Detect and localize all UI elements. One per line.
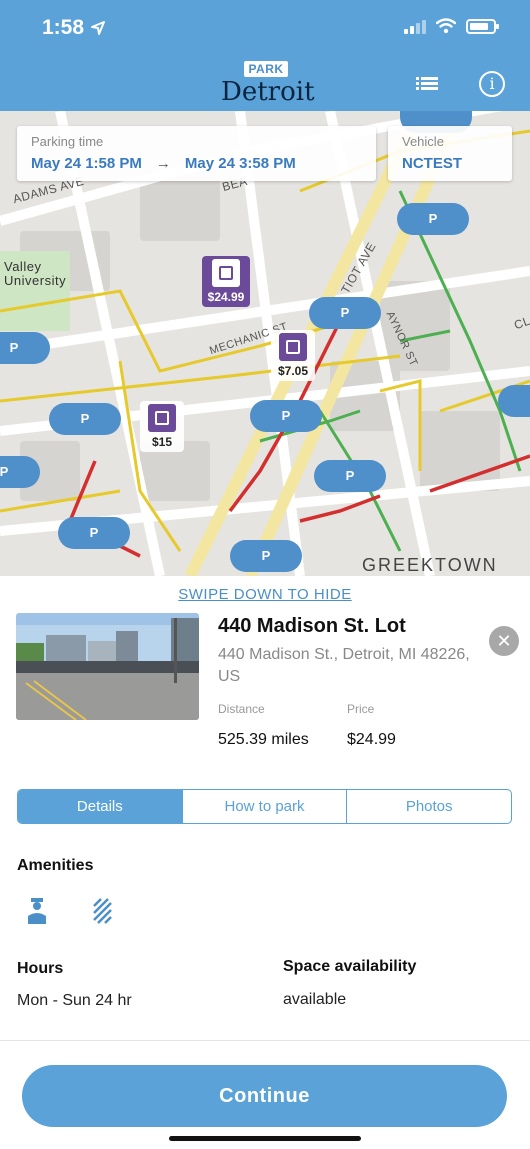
hours-title: Hours — [17, 960, 64, 977]
parking-time-card[interactable]: Parking time May 24 1:58 PM → May 24 3:5… — [17, 126, 376, 181]
list-icon[interactable] — [416, 73, 440, 93]
parking-pin[interactable]: P — [230, 540, 302, 572]
area-label: University — [4, 273, 67, 288]
parking-pin[interactable]: P — [250, 400, 322, 432]
price-value: $24.99 — [347, 731, 396, 748]
lot-name: 440 Madison St. Lot — [218, 615, 406, 637]
logo-park: PARK — [244, 61, 288, 77]
price-pin[interactable]: $15 — [140, 401, 184, 452]
price-label: Price — [347, 702, 375, 716]
parking-time-label: Parking time — [31, 134, 104, 149]
vehicle-label: Vehicle — [402, 134, 444, 149]
space-availability-value: available — [283, 991, 347, 1008]
home-indicator — [169, 1136, 361, 1141]
swipe-down-hint[interactable]: SWIPE DOWN TO HIDE — [0, 586, 530, 603]
parking-time-start: May 24 1:58 PM — [31, 155, 142, 172]
tab-how-to-park[interactable]: How to park — [183, 790, 348, 823]
amenities-title: Amenities — [17, 857, 94, 874]
wifi-icon — [436, 18, 456, 34]
lot-photo[interactable] — [16, 613, 199, 720]
parking-pin[interactable]: P — [0, 456, 40, 488]
location-arrow-icon — [91, 21, 105, 35]
price-pin-label: $15 — [151, 435, 173, 449]
distance-label: Distance — [218, 702, 265, 716]
arrow-right-icon: → — [155, 155, 171, 172]
price-pin-selected[interactable]: $24.99 — [202, 256, 250, 307]
app-header: 1:58 PARK Detroit i — [0, 0, 530, 111]
info-icon[interactable]: i — [479, 71, 505, 97]
parking-pin[interactable]: P — [309, 297, 381, 329]
status-time: 1:58 — [42, 16, 85, 39]
battery-icon — [466, 18, 499, 34]
parking-lot-icon — [148, 404, 176, 432]
vehicle-card[interactable]: Vehicle NCTEST — [388, 126, 512, 181]
detail-tabs: Details How to park Photos — [17, 789, 512, 824]
tab-photos[interactable]: Photos — [347, 790, 511, 823]
price-pin-label: $24.99 — [207, 290, 245, 304]
attendant-icon — [28, 898, 46, 924]
distance-value: 525.39 miles — [218, 731, 309, 748]
continue-button[interactable]: Continue — [22, 1065, 507, 1127]
parking-pin[interactable]: P — [49, 403, 121, 435]
parking-pin[interactable]: P — [397, 203, 469, 235]
lot-address: 440 Madison St., Detroit, MI 48226, US — [218, 646, 470, 685]
price-pin-label: $7.05 — [277, 364, 309, 378]
parking-pin[interactable]: P — [58, 517, 130, 549]
parking-pin[interactable] — [498, 385, 530, 417]
area-label: Valley — [4, 259, 42, 274]
parking-pin[interactable]: P — [0, 332, 50, 364]
parking-lot-icon — [212, 259, 240, 287]
price-pin[interactable]: $7.05 — [271, 330, 315, 381]
signal-icon — [404, 18, 426, 34]
status-indicators — [404, 18, 499, 34]
vehicle-value: NCTEST — [402, 155, 462, 172]
close-icon[interactable]: ✕ — [489, 626, 519, 656]
area-label: GREEKTOWN — [362, 555, 498, 575]
space-availability-title: Space availability — [283, 958, 417, 975]
tab-details[interactable]: Details — [18, 790, 183, 823]
parking-lot-icon — [279, 333, 307, 361]
app-logo: PARK Detroit — [221, 60, 315, 107]
parking-time-end: May 24 3:58 PM — [184, 155, 296, 172]
divider — [0, 1040, 530, 1041]
hours-value: Mon - Sun 24 hr — [17, 992, 132, 1009]
covered-parking-icon — [93, 898, 112, 924]
parking-pin[interactable]: P — [314, 460, 386, 492]
logo-city: Detroit — [221, 77, 315, 107]
